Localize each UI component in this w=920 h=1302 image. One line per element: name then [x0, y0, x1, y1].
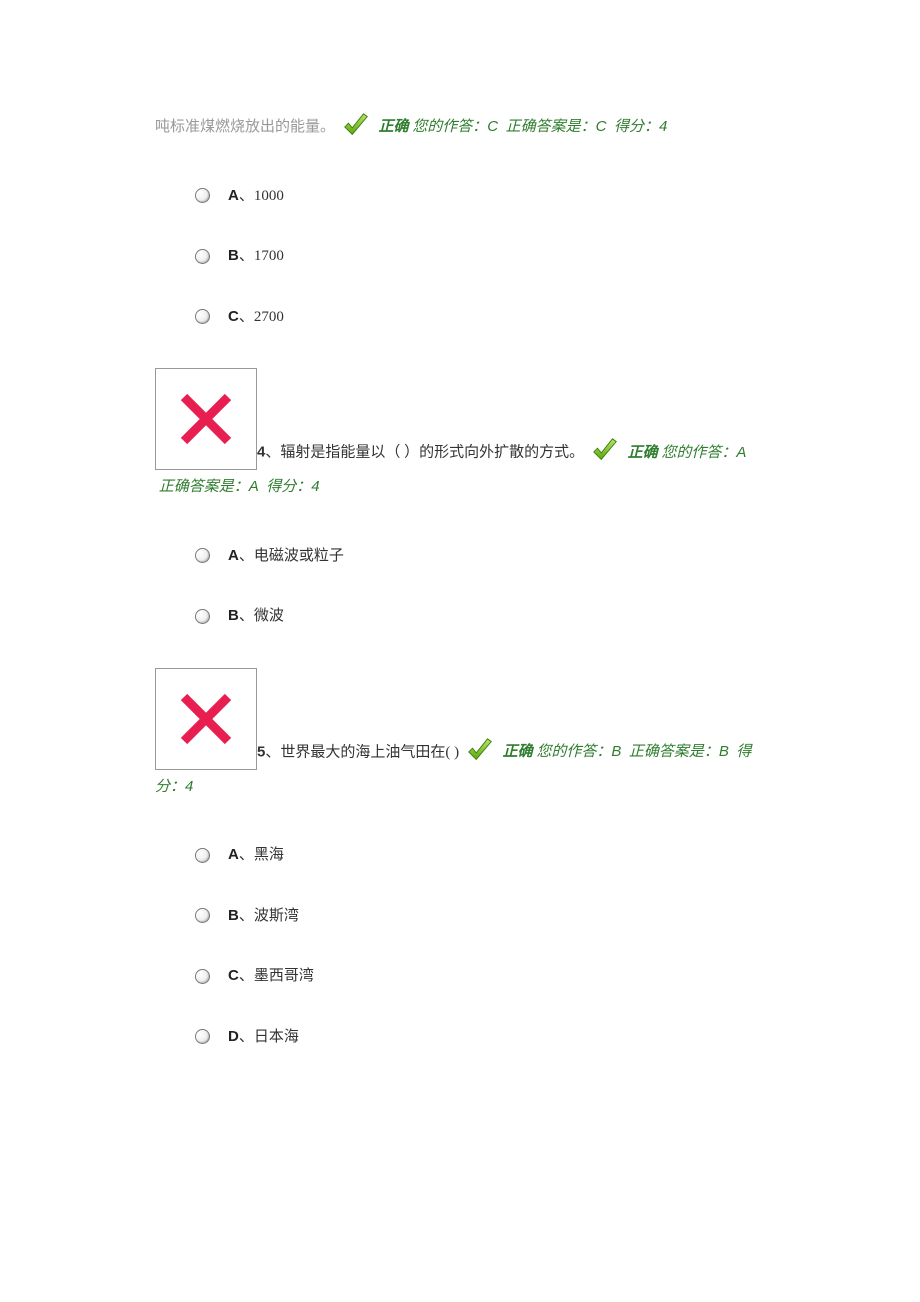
question-3-feedback: 正确 您的作答：C 正确答案是：C 得分：4 — [379, 119, 668, 135]
x-placeholder-icon — [155, 668, 257, 770]
option-row[interactable]: B、1700 — [195, 239, 765, 274]
radio-icon[interactable] — [195, 1029, 210, 1044]
option-row[interactable]: A、1000 — [195, 179, 765, 214]
radio-icon[interactable] — [195, 609, 210, 624]
quiz-page: 吨标准煤燃烧放出的能量。 正确 您的作答：C 正确答案是：C 得分：4 — [0, 0, 920, 1248]
option-row[interactable]: B、波斯湾 — [195, 899, 765, 934]
checkmark-icon — [465, 736, 495, 766]
radio-icon[interactable] — [195, 188, 210, 203]
radio-icon[interactable] — [195, 548, 210, 563]
question-3-intro-fragment: 吨标准煤燃烧放出的能量。 — [155, 119, 335, 135]
question-4-block: 4、辐射是指能量以（ ）的形式向外扩散的方式。 正确 您的作答：A 正确答案是：… — [155, 368, 765, 634]
question-3-options: A、1000 B、1700 C、2700 — [195, 179, 765, 335]
question-5-options: A、黑海 B、波斯湾 C、墨西哥湾 D、日本海 — [195, 838, 765, 1054]
radio-icon[interactable] — [195, 309, 210, 324]
option-row[interactable]: A、黑海 — [195, 838, 765, 873]
x-placeholder-icon — [155, 368, 257, 470]
option-row[interactable]: A、电磁波或粒子 — [195, 539, 765, 574]
option-row[interactable]: D、日本海 — [195, 1020, 765, 1055]
question-5-block: 5、世界最大的海上油气田在( ) 正确 您的作答：B 正确答案是：B 得分：4 — [155, 668, 765, 1055]
radio-icon[interactable] — [195, 249, 210, 264]
option-row[interactable]: B、微波 — [195, 599, 765, 634]
radio-icon[interactable] — [195, 848, 210, 863]
option-row[interactable]: C、墨西哥湾 — [195, 959, 765, 994]
question-3-block: 吨标准煤燃烧放出的能量。 正确 您的作答：C 正确答案是：C 得分：4 — [155, 110, 765, 334]
radio-icon[interactable] — [195, 969, 210, 984]
option-row[interactable]: C、2700 — [195, 300, 765, 335]
question-5-text: 、世界最大的海上油气田在( ) — [265, 744, 459, 760]
checkmark-icon — [341, 111, 371, 141]
radio-icon[interactable] — [195, 908, 210, 923]
question-4-options: A、电磁波或粒子 B、微波 — [195, 539, 765, 634]
question-4-text: 、辐射是指能量以（ ）的形式向外扩散的方式。 — [265, 445, 584, 461]
checkmark-icon — [590, 436, 620, 466]
